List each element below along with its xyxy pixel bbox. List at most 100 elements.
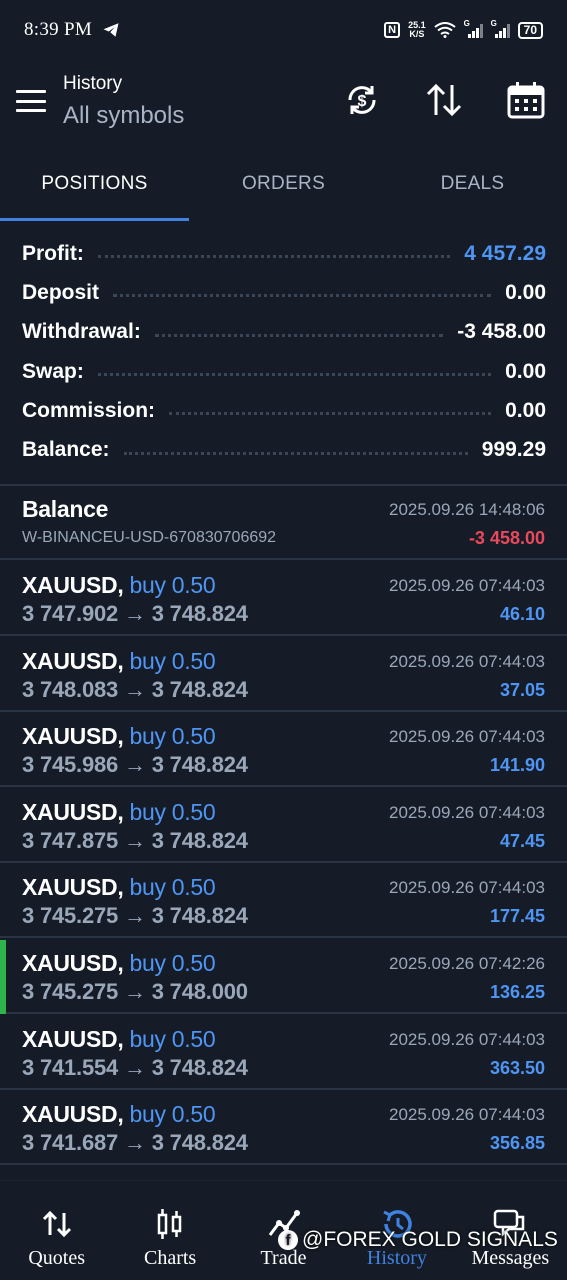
- deal-profit: 363.50: [489, 1058, 545, 1078]
- balance-amount: -3 458.00: [468, 528, 545, 548]
- deal-row[interactable]: XAUUSD, buy 0.50 3 748.083 → 3 748.824 2…: [0, 638, 567, 712]
- page-title: History: [63, 73, 123, 94]
- arrow-icon: →: [124, 601, 146, 626]
- history-tabs: POSITIONS ORDERS DEALS: [0, 150, 567, 221]
- deal-time: 2025.09.26 07:44:03: [389, 1105, 545, 1124]
- app-header: History All symbols $: [0, 60, 567, 144]
- deal-profit: 141.90: [489, 755, 545, 775]
- arrow-icon: →: [124, 752, 146, 777]
- battery-icon: 70: [517, 21, 543, 39]
- deal-time: 2025.09.26 07:42:26: [389, 954, 545, 973]
- summary-row-profit: Profit: 4 457.29: [22, 234, 546, 273]
- deal-time: 2025.09.26 07:44:03: [389, 803, 545, 822]
- deal-side: buy 0.50: [129, 648, 216, 674]
- deal-row-selected[interactable]: XAUUSD, buy 0.50 3 745.275 → 3 748.000 2…: [0, 940, 567, 1014]
- deal-open-price: 3 745.986: [22, 752, 119, 777]
- deal-close-price: 3 748.000: [151, 979, 248, 1004]
- symbol-filter[interactable]: All symbols: [63, 102, 184, 130]
- summary-row-withdrawal: Withdrawal: -3 458.00: [22, 313, 546, 352]
- deal-profit: 356.85: [489, 1133, 545, 1153]
- deal-profit: 46.10: [499, 604, 545, 624]
- summary-label: Swap:: [22, 359, 84, 383]
- arrow-icon: →: [124, 979, 146, 1004]
- deal-symbol: XAUUSD,: [22, 648, 124, 674]
- summary-value: 4 457.29: [464, 241, 546, 265]
- deal-time: 2025.09.26 07:44:03: [389, 878, 545, 897]
- deal-side: buy 0.50: [129, 799, 216, 825]
- deal-close-price: 3 748.824: [151, 828, 248, 853]
- summary-row-deposit: Deposit 0.00: [22, 273, 546, 312]
- deal-row[interactable]: XAUUSD, buy 0.50 3 745.986 → 3 748.824 2…: [0, 713, 567, 787]
- nav-quotes[interactable]: Quotes: [0, 1181, 113, 1280]
- deal-profit: 47.45: [499, 831, 545, 851]
- facebook-icon: f: [278, 1230, 298, 1250]
- deal-side: buy 0.50: [129, 874, 216, 900]
- quotes-icon: [42, 1210, 71, 1238]
- deal-open-price: 3 741.687: [22, 1130, 119, 1155]
- tab-orders[interactable]: ORDERS: [189, 150, 378, 221]
- charts-icon: [157, 1209, 182, 1239]
- summary-label: Deposit: [22, 280, 100, 304]
- deal-profit: 177.45: [489, 906, 545, 926]
- summary-label: Profit:: [22, 241, 84, 265]
- sort-icon: [426, 83, 462, 117]
- deal-profit: 37.05: [499, 680, 545, 700]
- summary-value: 0.00: [505, 280, 546, 304]
- signal-icon-sim1: G: [464, 19, 483, 38]
- sort-button[interactable]: [424, 80, 464, 120]
- deal-symbol: XAUUSD,: [22, 572, 124, 598]
- deal-time: 2025.09.26 07:44:03: [389, 1030, 545, 1049]
- deal-close-price: 3 748.824: [151, 1130, 248, 1155]
- deal-time: 2025.09.26 07:44:03: [389, 727, 545, 746]
- deal-time: 2025.09.26 07:44:03: [389, 576, 545, 595]
- status-time: 8:39 PM: [24, 19, 93, 40]
- deal-side: buy 0.50: [129, 572, 216, 598]
- summary-row-commission: Commission: 0.00: [22, 391, 546, 430]
- signal-icon-sim2: G: [491, 19, 510, 38]
- deal-close-price: 3 748.824: [151, 903, 248, 928]
- wifi-icon: [434, 22, 456, 38]
- balance-entry[interactable]: Balance W-BINANCEU-USD-670830706692 2025…: [0, 486, 567, 560]
- selection-indicator: [0, 940, 6, 1014]
- deal-symbol: XAUUSD,: [22, 950, 124, 976]
- summary-row-swap: Swap: 0.00: [22, 352, 546, 391]
- deal-side: buy 0.50: [129, 723, 216, 749]
- deal-close-price: 3 748.824: [151, 677, 248, 702]
- summary-value: -3 458.00: [457, 320, 546, 344]
- currency-refresh-button[interactable]: $: [342, 80, 382, 120]
- status-bar: 8:39 PM N 25.1 K/S G G 70: [0, 0, 567, 60]
- deal-side: buy 0.50: [129, 1101, 216, 1127]
- arrow-icon: →: [124, 828, 146, 853]
- deal-close-price: 3 748.824: [151, 601, 248, 626]
- deal-row[interactable]: XAUUSD, buy 0.50 3 741.554 → 3 748.824 2…: [0, 1016, 567, 1090]
- summary-label: Withdrawal:: [22, 320, 141, 344]
- network-speed: 25.1 K/S: [408, 20, 426, 39]
- arrow-icon: →: [124, 677, 146, 702]
- menu-icon[interactable]: [16, 90, 46, 112]
- deal-row[interactable]: XAUUSD, buy 0.50 3 741.687 → 3 748.824 2…: [0, 1091, 567, 1165]
- balance-comment: W-BINANCEU-USD-670830706692: [22, 529, 277, 546]
- tab-positions[interactable]: POSITIONS: [0, 150, 189, 221]
- calendar-button[interactable]: [506, 80, 546, 120]
- deal-side: buy 0.50: [129, 950, 216, 976]
- currency-refresh-icon: $: [348, 86, 376, 114]
- deal-row[interactable]: XAUUSD, buy 0.50 3 745.275 → 3 748.824 2…: [0, 864, 567, 938]
- deal-open-price: 3 741.554: [22, 1055, 119, 1080]
- account-summary: Profit: 4 457.29 Deposit 0.00 Withdrawal…: [22, 234, 546, 470]
- balance-title: Balance: [22, 496, 109, 522]
- deal-row[interactable]: XAUUSD, buy 0.50 3 747.875 → 3 748.824 2…: [0, 789, 567, 863]
- deal-row[interactable]: XAUUSD, buy 0.50 3 747.902 → 3 748.824 2…: [0, 562, 567, 636]
- deal-time: 2025.09.26 07:44:03: [389, 652, 545, 671]
- deal-side: buy 0.50: [129, 1026, 216, 1052]
- deal-close-price: 3 748.824: [151, 1055, 248, 1080]
- deal-symbol: XAUUSD,: [22, 799, 124, 825]
- deal-open-price: 3 748.083: [22, 677, 119, 702]
- calendar-icon: [507, 82, 545, 119]
- deal-symbol: XAUUSD,: [22, 1026, 124, 1052]
- deal-open-price: 3 747.875: [22, 828, 119, 853]
- watermark: f @FOREX GOLD SIGNALS: [278, 1228, 558, 1252]
- svg-text:$: $: [358, 93, 367, 110]
- telegram-icon: [103, 23, 119, 37]
- nav-charts[interactable]: Charts: [113, 1181, 226, 1280]
- tab-deals[interactable]: DEALS: [378, 150, 567, 221]
